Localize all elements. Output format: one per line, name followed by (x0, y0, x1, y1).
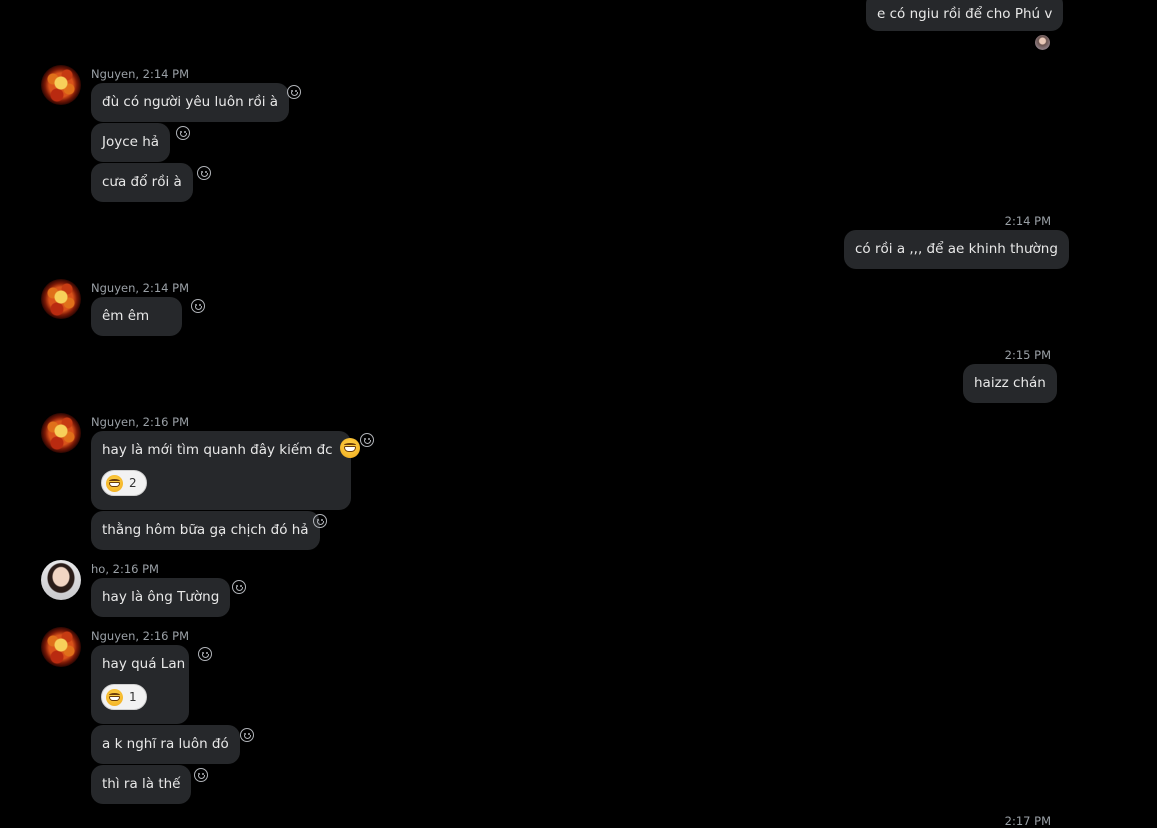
incoming-message[interactable]: đù có người yêu luôn rồi à (91, 83, 290, 122)
incoming-message[interactable]: cưa đổ rồi à (91, 163, 193, 202)
reaction-count: 1 (129, 690, 137, 704)
message-text: hay quá Lan (102, 656, 186, 672)
add-reaction-icon[interactable] (240, 728, 254, 742)
avatar[interactable] (41, 279, 81, 319)
sender-timestamp: Nguyen, 2:16 PM (91, 415, 190, 429)
add-reaction-icon[interactable] (197, 166, 211, 180)
sender-timestamp: ho, 2:16 PM (91, 562, 159, 576)
incoming-message[interactable]: thằng hôm bữa gạ chịch đó hả (91, 511, 320, 550)
incoming-message[interactable]: a k nghĩ ra luôn đó (91, 725, 240, 764)
outgoing-message[interactable]: có rồi a ,,, để ae khinh thường (844, 230, 1069, 269)
message-timestamp: 2:17 PM (1004, 814, 1051, 828)
add-reaction-icon[interactable] (198, 647, 212, 661)
incoming-message[interactable]: hay là ông Tường (91, 578, 231, 617)
add-reaction-icon[interactable] (191, 299, 205, 313)
sender-timestamp: Nguyen, 2:16 PM (91, 629, 190, 643)
add-reaction-icon[interactable] (313, 514, 327, 528)
reaction-pill[interactable]: 2 (101, 470, 147, 496)
grinning-face-icon (106, 474, 123, 492)
add-reaction-icon[interactable] (360, 433, 374, 447)
add-reaction-icon[interactable] (194, 768, 208, 782)
reaction-pill[interactable]: 1 (101, 684, 147, 710)
sender-timestamp: Nguyen, 2:14 PM (91, 281, 190, 295)
grinning-face-icon (339, 438, 360, 458)
incoming-message[interactable]: êm êm (91, 297, 182, 336)
seen-avatar (1035, 35, 1050, 50)
avatar[interactable] (41, 65, 81, 105)
message-timestamp: 2:15 PM (1004, 348, 1051, 362)
sender-timestamp: Nguyen, 2:14 PM (91, 67, 190, 81)
add-reaction-icon[interactable] (176, 126, 190, 140)
reaction-count: 2 (129, 476, 137, 490)
outgoing-message[interactable]: haizz chán (963, 364, 1057, 403)
outgoing-message[interactable]: e có ngiu rồi để cho Phú v (866, 0, 1064, 31)
incoming-message[interactable]: Joyce hả (91, 123, 171, 162)
avatar[interactable] (41, 560, 81, 600)
add-reaction-icon[interactable] (287, 85, 301, 99)
grinning-face-icon (106, 688, 123, 706)
message-timestamp: 2:14 PM (1004, 214, 1051, 228)
avatar[interactable] (41, 627, 81, 667)
message-text: hay là mới tìm quanh đây kiếm đc (102, 442, 333, 458)
avatar[interactable] (41, 413, 81, 453)
add-reaction-icon[interactable] (232, 580, 246, 594)
incoming-message[interactable]: thì ra là thế (91, 765, 192, 804)
